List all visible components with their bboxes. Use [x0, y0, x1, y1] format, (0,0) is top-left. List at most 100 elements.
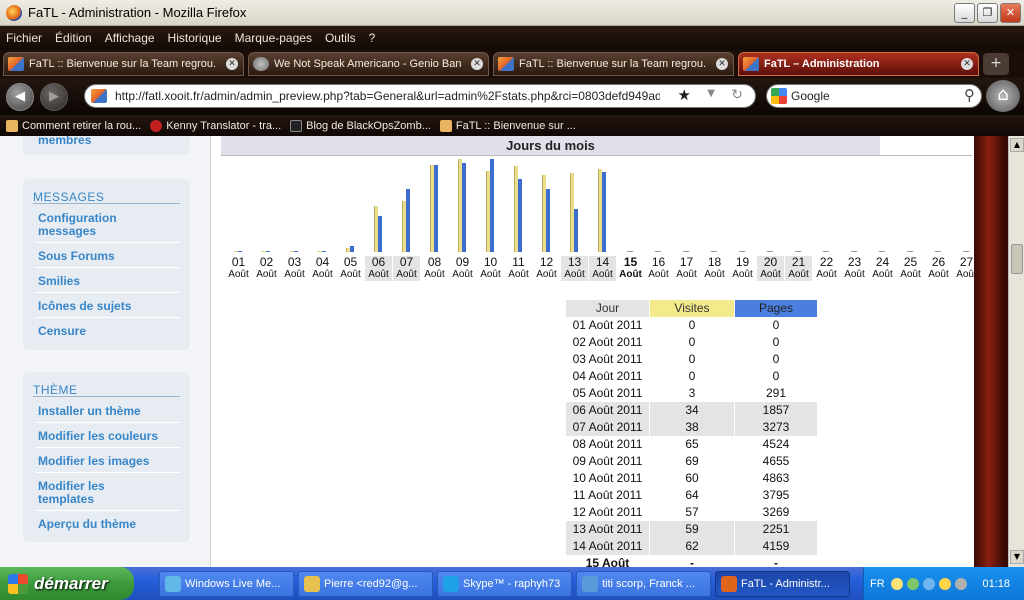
bookmark-item[interactable]: Comment retirer la rou... [6, 119, 141, 132]
table-cell: 06 Août 2011 [566, 402, 649, 419]
window-title: FaTL - Administration - Mozilla Firefox [28, 5, 247, 20]
app-icon [721, 576, 737, 592]
month-label: Août [368, 269, 389, 280]
table-cell: 04 Août 2011 [572, 369, 643, 383]
table-cell: 01 Août 2011 [572, 318, 643, 332]
browser-tab[interactable]: We Not Speak Americano - Genio Ban... ✕ [248, 52, 489, 76]
browser-tab[interactable]: FaTL :: Bienvenue sur la Team regrou... ✕ [493, 52, 734, 76]
day-number: 12 [539, 255, 554, 269]
scroll-up-button[interactable]: ▲ [1010, 138, 1024, 152]
month-label: Août [592, 269, 613, 280]
day-label: 17 Août [673, 256, 700, 281]
menu-item[interactable]: Marque-pages [235, 31, 312, 45]
day-number: 24 [875, 255, 890, 269]
menu-item[interactable]: Fichier [6, 31, 42, 45]
divider [35, 472, 180, 473]
search-engine-label[interactable]: Google [791, 89, 830, 103]
bookmark-item[interactable]: Kenny Translator - tra... [150, 119, 281, 132]
sidebar-item-modifier-couleurs[interactable]: Modifier les couleurs [38, 430, 158, 443]
bookmark-star-icon[interactable]: ★ [678, 86, 691, 104]
menu-item[interactable]: Historique [168, 31, 222, 45]
history-dropdown-icon[interactable]: ▼ [707, 88, 715, 99]
tab-close-icon[interactable]: ✕ [716, 58, 728, 70]
table-cell: 14 Août 2011 [566, 538, 649, 555]
tray-icon[interactable] [906, 577, 919, 590]
table-cell: 4863 [762, 471, 790, 485]
reload-icon[interactable]: ↻ [731, 87, 743, 103]
language-indicator[interactable]: FR [870, 578, 885, 590]
sidebar-item-membres[interactable]: membres [38, 136, 91, 147]
tray-icon[interactable] [938, 577, 951, 590]
scroll-down-button[interactable]: ▼ [1010, 550, 1024, 564]
tab-close-icon[interactable]: ✕ [471, 58, 483, 70]
day-number: 02 [259, 255, 274, 269]
table-cell: 60 [685, 471, 699, 485]
table-cell: 3795 [762, 488, 790, 502]
table-row: 07 Août 2011 38 3273 [566, 419, 818, 436]
table-cell: 15 Août [585, 556, 630, 567]
tab-close-icon[interactable]: ✕ [961, 58, 973, 70]
taskbar-button[interactable]: Pierre <red92@g... [298, 571, 433, 597]
home-button[interactable]: ⌂ [986, 80, 1020, 112]
table-cell: - [774, 556, 778, 567]
sidebar-item-apercu-theme[interactable]: Aperçu du thème [38, 518, 136, 531]
scroll-thumb[interactable] [1011, 244, 1023, 274]
search-bar[interactable]: Google ⚲ [766, 84, 982, 108]
sidebar-item-config-messages[interactable]: Configuration messages [38, 212, 148, 238]
stats-table: Jour Visites Pages 01 Août 2011 0 0 02 Août 20… [566, 300, 818, 567]
sidebar-item-icones[interactable]: Icônes de sujets [38, 300, 131, 313]
bar-empty [935, 251, 941, 252]
address-bar[interactable]: http://fatl.xooit.fr/admin/admin_preview… [84, 84, 756, 108]
menu-item[interactable]: Édition [55, 31, 92, 45]
day-number: 09 [455, 255, 470, 269]
new-tab-button[interactable]: + [983, 53, 1009, 75]
sidebar-item-sous-forums[interactable]: Sous Forums [38, 250, 115, 263]
taskbar-button[interactable]: FaTL - Administr... [715, 571, 850, 597]
url-text[interactable]: http://fatl.xooit.fr/admin/admin_preview… [115, 89, 660, 103]
table-cell: 02 Août 2011 [572, 335, 643, 349]
day-label: 21 Août [785, 256, 812, 281]
divider [35, 317, 180, 318]
bar-pages [266, 251, 270, 252]
tray-icon[interactable] [922, 577, 935, 590]
menu-item[interactable]: Outils [325, 31, 356, 45]
table-cell: 34 [650, 402, 734, 419]
table-cell: 57 [685, 505, 699, 519]
start-button[interactable]: démarrer [0, 567, 134, 600]
tray-icon[interactable] [954, 577, 967, 590]
day-number: 08 [427, 255, 442, 269]
forward-button[interactable]: ▶ [40, 82, 68, 111]
bookmark-item[interactable]: FaTL :: Bienvenue sur ... [439, 119, 576, 132]
taskbar-button[interactable]: Skype™ - raphyh73 [437, 571, 572, 597]
sidebar-item-modifier-templates[interactable]: Modifier les templates [38, 480, 138, 506]
minimize-button[interactable]: _ [954, 3, 975, 23]
app-icon [304, 576, 320, 592]
sidebar-item-censure[interactable]: Censure [38, 325, 86, 338]
tab-close-icon[interactable]: ✕ [226, 58, 238, 70]
vertical-scrollbar[interactable]: ▲ ▼ [1008, 136, 1024, 567]
sidebar-item-smilies[interactable]: Smilies [38, 275, 80, 288]
day-number: 25 [903, 255, 918, 269]
bookmark-item[interactable]: Blog de BlackOpsZomb... [290, 119, 431, 132]
tab-favicon [743, 57, 759, 71]
close-button[interactable]: ✕ [1000, 3, 1021, 23]
tray-icon[interactable] [890, 577, 903, 590]
bar-empty [767, 251, 773, 252]
sidebar-item-installer-theme[interactable]: Installer un thème [38, 405, 141, 418]
day-label: 22 Août [813, 256, 840, 281]
menu-item[interactable]: Affichage [105, 31, 155, 45]
sidebar-item-modifier-images[interactable]: Modifier les images [38, 455, 149, 468]
browser-tab[interactable]: FaTL – Administration ✕ [738, 52, 979, 76]
back-button[interactable]: ◀ [6, 82, 34, 111]
sidebar-box-members: membres [23, 136, 190, 155]
day-number: 03 [287, 255, 302, 269]
menu-item[interactable]: ? [369, 31, 376, 45]
search-icon[interactable]: ⚲ [964, 86, 975, 104]
maximize-button[interactable]: ❐ [977, 3, 998, 23]
browser-tab[interactable]: FaTL :: Bienvenue sur la Team regrou... ✕ [3, 52, 244, 76]
day-label: 15 Août [617, 256, 644, 281]
month-label: Août [760, 269, 781, 280]
tab-bar: FaTL :: Bienvenue sur la Team regrou... ✕… [0, 50, 1024, 78]
taskbar-button[interactable]: Windows Live Me... [159, 571, 294, 597]
taskbar-button[interactable]: titi scorp, Franck ... [576, 571, 711, 597]
